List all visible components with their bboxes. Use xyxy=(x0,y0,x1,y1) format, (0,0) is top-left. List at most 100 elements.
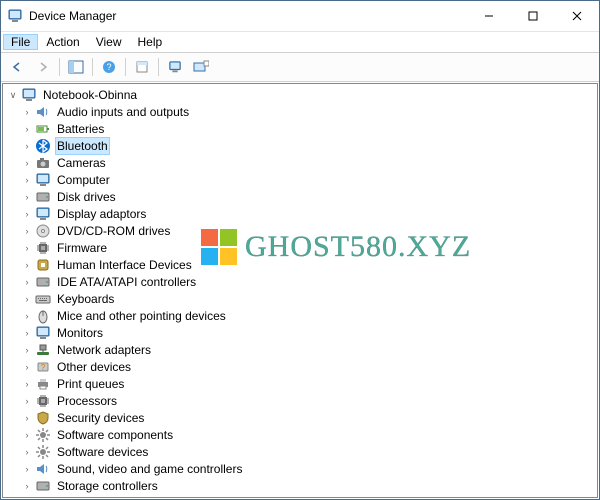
software-icon xyxy=(35,444,51,460)
expand-icon[interactable]: › xyxy=(21,429,33,441)
tree-item[interactable]: ›Storage controllers xyxy=(5,477,597,494)
tree-item[interactable]: › Other devices xyxy=(5,358,597,375)
help-button[interactable]: ? xyxy=(97,55,121,79)
expand-icon[interactable]: › xyxy=(21,157,33,169)
expand-icon[interactable]: › xyxy=(21,259,33,271)
expand-icon[interactable]: › xyxy=(21,344,33,356)
tree-item[interactable]: ›Monitors xyxy=(5,324,597,341)
titlebar[interactable]: Device Manager xyxy=(1,1,599,32)
disc-icon xyxy=(35,223,51,239)
tree-item-label: Audio inputs and outputs xyxy=(55,104,191,120)
network-icon xyxy=(35,342,51,358)
content-area: ∨ Notebook-Obinna › Audio inputs and output… xyxy=(2,83,598,498)
tree-item-label: Batteries xyxy=(55,121,106,137)
tree-item[interactable]: ›DVD/CD-ROM drives xyxy=(5,222,597,239)
monitor-icon xyxy=(35,172,51,188)
tree-item[interactable]: ›Bluetooth xyxy=(5,137,597,154)
mouse-icon xyxy=(35,308,51,324)
tree-item[interactable]: › Batteries xyxy=(5,120,597,137)
tree-item[interactable]: › Processors xyxy=(5,392,597,409)
tree-item[interactable]: › Security devices xyxy=(5,409,597,426)
tree-item-label: Other devices xyxy=(55,359,133,375)
chip-icon xyxy=(35,240,51,256)
tree-item[interactable]: › Audio inputs and outputs xyxy=(5,103,597,120)
tree-item-label: Firmware xyxy=(55,240,109,256)
expand-icon[interactable]: › xyxy=(21,395,33,407)
hid-icon xyxy=(35,257,51,273)
nav-forward-button[interactable] xyxy=(31,55,55,79)
expand-icon[interactable]: › xyxy=(21,327,33,339)
tree-item[interactable]: ›IDE ATA/ATAPI controllers xyxy=(5,273,597,290)
tree-item-label: Security devices xyxy=(55,410,146,426)
tree-item[interactable]: ›Network adapters xyxy=(5,341,597,358)
tree-item[interactable]: › Sound, video and game controllers xyxy=(5,460,597,477)
tree-item[interactable]: › Mice and other pointing devices xyxy=(5,307,597,324)
tree-item-label: Mice and other pointing devices xyxy=(55,308,228,324)
expand-icon[interactable]: › xyxy=(21,293,33,305)
expand-icon[interactable]: › xyxy=(21,361,33,373)
expand-icon[interactable]: › xyxy=(21,463,33,475)
nav-back-button[interactable] xyxy=(5,55,29,79)
menu-file[interactable]: File xyxy=(3,34,38,50)
tree-item[interactable]: › Computer xyxy=(5,171,597,188)
tree-item-label: Processors xyxy=(55,393,119,409)
tree-item-label: Sound, video and game controllers xyxy=(55,461,244,477)
menu-help[interactable]: Help xyxy=(130,34,171,50)
expand-icon[interactable]: › xyxy=(21,242,33,254)
tree-root-label: Notebook-Obinna xyxy=(41,87,139,103)
minimize-button[interactable] xyxy=(467,1,511,31)
expand-icon[interactable]: › xyxy=(21,378,33,390)
expand-icon[interactable]: › xyxy=(21,310,33,322)
system-icon xyxy=(35,495,51,498)
security-icon xyxy=(35,410,51,426)
expand-icon[interactable]: › xyxy=(21,123,33,135)
expand-icon[interactable]: › xyxy=(21,412,33,424)
collapse-icon[interactable]: ∨ xyxy=(7,89,19,101)
expand-icon[interactable]: › xyxy=(21,276,33,288)
tree-item-label: Disk drives xyxy=(55,189,118,205)
tree-item[interactable]: › Cameras xyxy=(5,154,597,171)
menu-action[interactable]: Action xyxy=(38,34,87,50)
battery-icon xyxy=(35,121,51,137)
close-button[interactable] xyxy=(555,1,599,31)
speaker-icon xyxy=(35,461,51,477)
expand-icon[interactable]: › xyxy=(21,140,33,152)
tree-root[interactable]: ∨ Notebook-Obinna xyxy=(5,86,597,103)
scan-hardware-button[interactable] xyxy=(163,55,187,79)
menu-view[interactable]: View xyxy=(88,34,130,50)
tree-item-label: Software devices xyxy=(55,444,150,460)
camera-icon xyxy=(35,155,51,171)
show-hide-console-button[interactable] xyxy=(64,55,88,79)
device-tree[interactable]: ∨ Notebook-Obinna › Audio inputs and output… xyxy=(3,84,597,497)
tree-item-label: Keyboards xyxy=(55,291,116,307)
tree-item[interactable]: ›System devices xyxy=(5,494,597,497)
cpu-icon xyxy=(35,393,51,409)
bluetooth-icon xyxy=(35,138,51,154)
tree-item[interactable]: › Keyboards xyxy=(5,290,597,307)
tree-item[interactable]: ›Human Interface Devices xyxy=(5,256,597,273)
svg-text:?: ? xyxy=(106,62,111,72)
expand-icon[interactable]: › xyxy=(21,480,33,492)
tree-item-label: Computer xyxy=(55,172,112,188)
tree-item[interactable]: ›Print queues xyxy=(5,375,597,392)
tree-item[interactable]: ›Software components xyxy=(5,426,597,443)
expand-icon[interactable]: › xyxy=(21,497,33,498)
expand-icon[interactable]: › xyxy=(21,106,33,118)
tree-item[interactable]: ›Display adaptors xyxy=(5,205,597,222)
keyboard-icon xyxy=(35,291,51,307)
tree-item[interactable]: › Firmware xyxy=(5,239,597,256)
window-title: Device Manager xyxy=(29,9,116,23)
tree-item-label: Cameras xyxy=(55,155,108,171)
expand-icon[interactable]: › xyxy=(21,208,33,220)
tree-item[interactable]: › Disk drives xyxy=(5,188,597,205)
add-legacy-hardware-button[interactable] xyxy=(189,55,213,79)
expand-icon[interactable]: › xyxy=(21,174,33,186)
software-icon xyxy=(35,427,51,443)
expand-icon[interactable]: › xyxy=(21,191,33,203)
tree-item[interactable]: › Software devices xyxy=(5,443,597,460)
expand-icon[interactable]: › xyxy=(21,225,33,237)
properties-button[interactable] xyxy=(130,55,154,79)
expand-icon[interactable]: › xyxy=(21,446,33,458)
other-icon xyxy=(35,359,51,375)
maximize-button[interactable] xyxy=(511,1,555,31)
